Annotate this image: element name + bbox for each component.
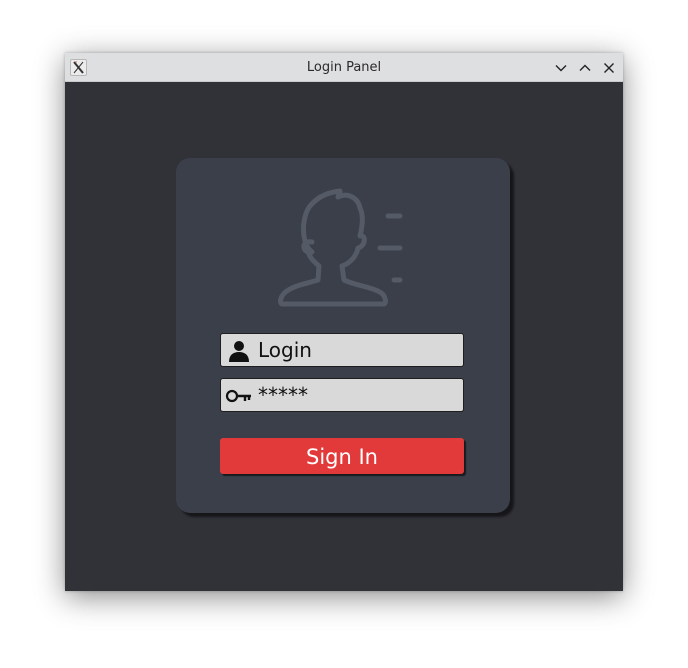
- password-field[interactable]: [220, 378, 464, 412]
- chevron-up-icon: [579, 64, 591, 71]
- sign-in-button[interactable]: Sign In: [220, 438, 464, 474]
- password-input[interactable]: [258, 379, 458, 411]
- maximize-button[interactable]: [577, 60, 593, 76]
- login-window: Login Panel Login ***** Sign In: [65, 53, 623, 591]
- user-profile-icon: [278, 188, 403, 307]
- chevron-down-icon: [555, 65, 567, 72]
- login-field[interactable]: [220, 333, 464, 367]
- close-button[interactable]: [601, 60, 617, 76]
- user-icon: [229, 341, 249, 362]
- key-icon: [225, 389, 251, 403]
- close-icon: [604, 63, 614, 73]
- title-bar[interactable]: Login Panel: [65, 53, 623, 82]
- window-title: Login Panel: [306, 60, 382, 75]
- minimize-button[interactable]: [553, 60, 569, 76]
- login-card: Sign In: [176, 158, 510, 513]
- login-input[interactable]: [258, 334, 458, 366]
